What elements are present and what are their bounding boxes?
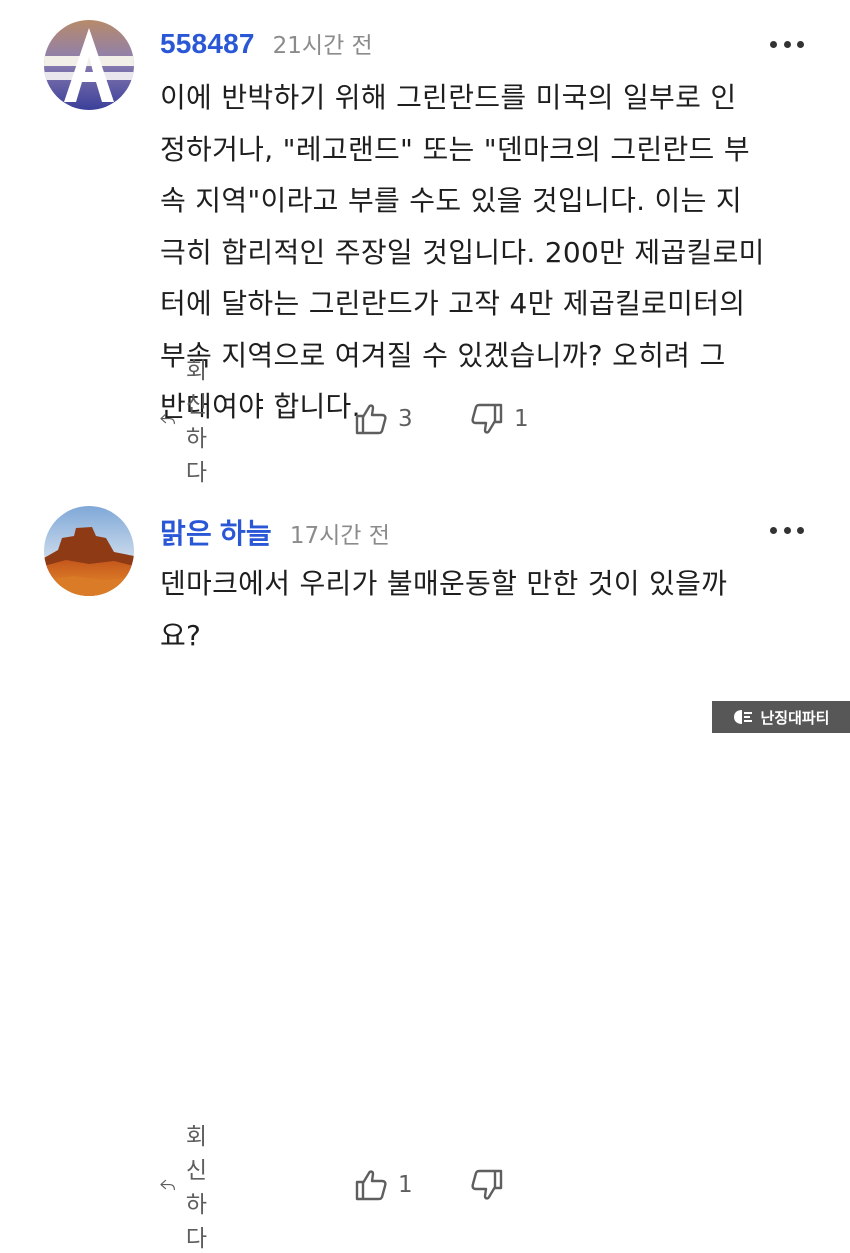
timestamp: 17시간 전 xyxy=(289,523,390,549)
timestamp: 21시간 전 xyxy=(272,33,373,59)
reply-button[interactable]: 회신하다 xyxy=(160,1124,225,1252)
like-count: 3 xyxy=(398,406,413,432)
comment-header: 558487 21시간 전 xyxy=(160,26,373,60)
comment-header: 맑은 하늘 17시간 전 xyxy=(160,512,390,552)
username[interactable]: 맑은 하늘 xyxy=(160,512,272,552)
thumbs-up-icon xyxy=(355,1170,387,1201)
avatar[interactable] xyxy=(44,506,134,596)
dot xyxy=(783,40,791,48)
avatar[interactable] xyxy=(44,20,134,110)
dislike-button[interactable] xyxy=(470,1165,514,1205)
thumbs-up-icon xyxy=(355,404,387,435)
more-dots-icon[interactable] xyxy=(770,40,804,48)
comment-text: 이에 반박하기 위해 그린란드를 미국의 일부로 인 정하거나, "레고랜드" … xyxy=(160,81,765,423)
reply-label: 회신하다 xyxy=(185,358,207,486)
dot xyxy=(783,526,791,534)
dot xyxy=(770,40,777,48)
avatar-desert-landscape-icon xyxy=(44,506,134,596)
watermark-logo-icon xyxy=(734,710,753,724)
dislike-count: 1 xyxy=(514,406,529,432)
thumbs-down-icon xyxy=(471,403,503,434)
reply-label: 회신하다 xyxy=(185,1124,207,1252)
reply-arrow-icon xyxy=(160,413,175,425)
reply-arrow-icon xyxy=(160,1179,175,1191)
dot xyxy=(797,40,804,48)
username[interactable]: 558487 xyxy=(160,28,255,60)
dot xyxy=(770,526,777,534)
watermark: 난징대파티 xyxy=(712,701,850,733)
dot xyxy=(797,526,804,534)
dislike-button[interactable]: 1 xyxy=(470,399,529,439)
comment-text: 덴마크에서 우리가 불매운동할 만한 것이 있을까 요? xyxy=(160,567,728,652)
like-button[interactable]: 3 xyxy=(354,399,413,439)
watermark-text: 난징대파티 xyxy=(760,708,830,727)
avatar-letter-a-icon xyxy=(44,20,134,110)
thumbs-down-icon xyxy=(471,1169,503,1200)
like-button[interactable]: 1 xyxy=(354,1165,413,1205)
more-dots-icon[interactable] xyxy=(770,526,804,534)
like-count: 1 xyxy=(398,1172,413,1198)
reply-button[interactable]: 회신하다 xyxy=(160,358,225,486)
